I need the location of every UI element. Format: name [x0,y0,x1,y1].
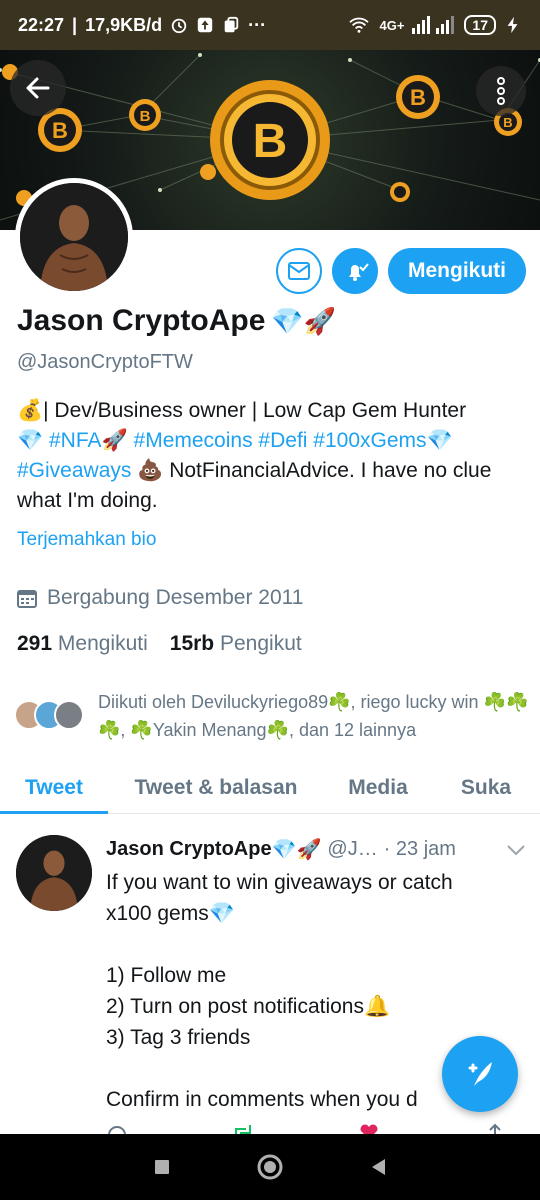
upload-icon [197,17,213,33]
followers-label: Pengikut [219,632,302,655]
profile-name: Jason CryptoApe [17,304,266,337]
joined-date: Bergabung Desember 2011 [17,586,303,610]
arrow-left-icon [26,77,50,99]
following-count: 291 [17,632,53,655]
status-bar: 22:27 | 17,9KB/d ··· 4G+ 17 [0,0,540,50]
translate-bio-link[interactable]: Terjemahkan bio [17,529,156,551]
status-time: 22:27 [18,14,65,35]
more-vertical-icon [497,77,505,105]
status-separator: | [72,14,78,35]
notifications-button[interactable] [332,248,378,294]
bio-line-3: #Giveaways 💩 NotFinancialAdvice. I have … [17,456,527,516]
tweet-line: 1) Follow me [106,964,227,987]
svg-text:B: B [52,118,68,143]
avatar-image [16,835,92,911]
hashtag-defi[interactable]: #Defi [258,429,307,452]
profile-tabs: Tweet Tweet & balasan Media Suka [0,762,540,814]
following-label: Mengikuti [57,632,148,655]
svg-text:B: B [503,115,512,130]
chevron-down-icon[interactable] [506,844,526,856]
follower-avatar [54,700,84,730]
back-nav-button[interactable] [369,1157,387,1177]
envelope-icon [288,262,310,280]
follow-stats: 291 Mengikuti 15rb Pengikut [17,632,302,656]
svg-text:B: B [253,115,288,168]
hashtag-giveaways[interactable]: #Giveaways [17,459,131,482]
compose-feather-icon [468,1062,492,1086]
battery-indicator: 17 [464,15,496,35]
wifi-icon [349,17,370,33]
tweet-line: If you want to win giveaways or catch [106,871,453,894]
tab-tweet-replies[interactable]: Tweet & balasan [108,762,324,813]
tab-likes[interactable]: Suka [432,762,540,813]
following-button[interactable]: Mengikuti [388,248,526,294]
bio-line-2: 💎 #NFA🚀 #Memecoins #Defi #100xGems💎 [17,426,527,456]
profile-handle: @JasonCryptoFTW [17,351,193,373]
profile-name-emojis: 💎🚀 [271,305,337,336]
compose-tweet-button[interactable] [442,1036,518,1112]
follower-avatars [14,696,88,736]
following-stat[interactable]: 291 Mengikuti [17,632,148,656]
profile-bio: 💰| Dev/Business owner | Low Cap Gem Hunt… [17,396,527,516]
hashtag-memecoins[interactable]: #Memecoins [134,429,253,452]
tweet-author-emojis: 💎🚀 [271,839,322,861]
tweet-time: · 23 jam [383,838,456,860]
svg-text:B: B [410,85,426,110]
bell-check-icon [349,263,369,281]
calendar-icon [17,590,37,608]
svg-text:B: B [140,108,151,125]
followed-by-text: Diikuti oleh Deviluckyriego89☘️, riego l… [98,692,529,740]
joined-text: Bergabung Desember 2011 [47,586,304,609]
charging-icon [507,16,518,34]
bio-line-1: 💰| Dev/Business owner | Low Cap Gem Hunt… [17,399,467,422]
bio-gem: 💎 [17,429,44,452]
profile-name-row: Jason CryptoApe 💎🚀 [17,304,336,338]
recents-button[interactable] [153,1158,171,1176]
tweet-avatar[interactable] [16,835,92,911]
message-button[interactable] [276,248,322,294]
avatar-image [20,183,128,291]
tab-media[interactable]: Media [324,762,432,813]
status-net-speed: 17,9KB/d [85,14,163,35]
profile-avatar[interactable] [15,178,133,296]
hashtag-nfa[interactable]: #NFA🚀 [49,429,128,452]
tab-tweet[interactable]: Tweet [0,762,108,814]
back-button[interactable] [10,60,66,116]
tweet-author-handle: @J… [327,838,378,860]
followers-count: 15rb [169,632,215,655]
status-more-dots: ··· [248,14,267,35]
tweet-line: 2) Turn on post notifications🔔 [106,995,391,1018]
system-nav-bar [0,1134,540,1200]
tweet-line: x100 gems💎 [106,902,235,925]
alarm-icon [171,18,187,34]
hashtag-100xgems[interactable]: #100xGems💎 [313,429,452,452]
tweet-author-name: Jason CryptoApe [106,838,272,860]
followed-by-row[interactable]: Diikuti oleh Deviluckyriego89☘️, riego l… [14,688,534,744]
signal-icon [412,16,455,34]
copy-icon [224,16,239,33]
more-options-button[interactable] [476,66,526,116]
network-type: 4G+ [379,17,405,33]
home-button[interactable] [256,1153,284,1181]
tweet-header: Jason CryptoApe 💎🚀 @J… · 23 jam [106,837,526,862]
followers-stat[interactable]: 15rb Pengikut [170,632,302,656]
